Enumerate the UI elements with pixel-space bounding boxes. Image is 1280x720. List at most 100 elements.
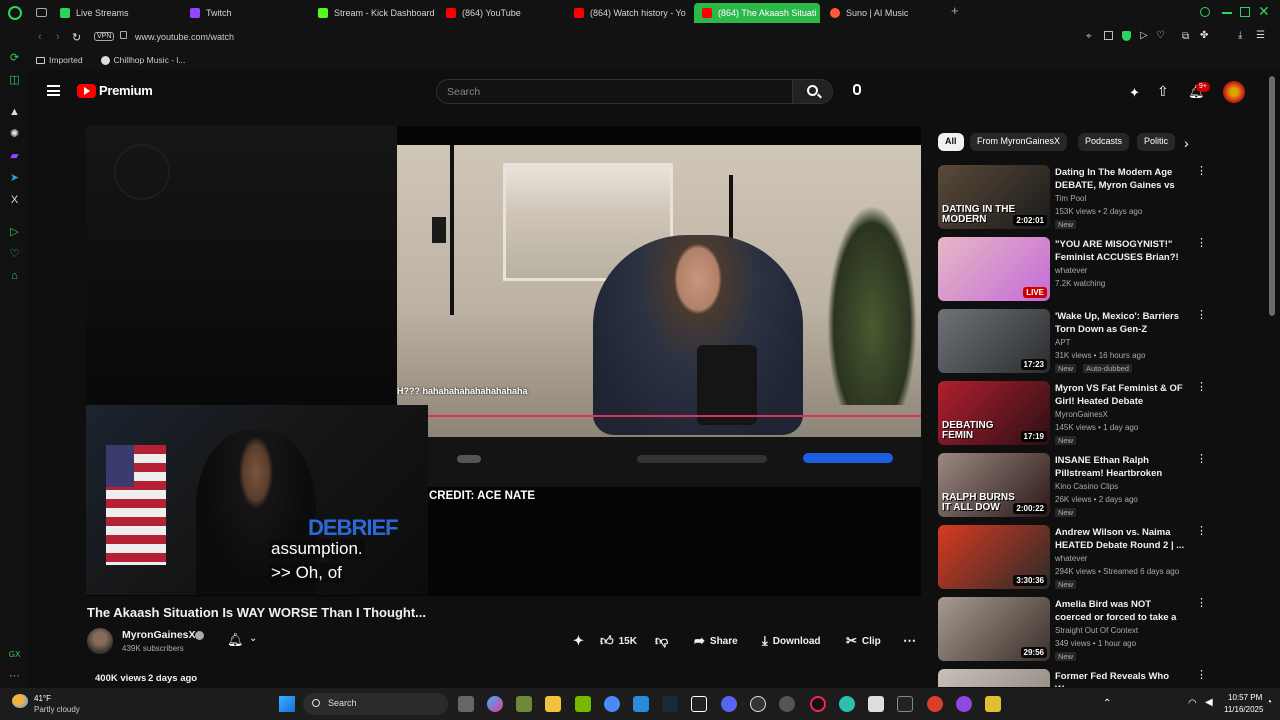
more-vertical-icon[interactable]: ⋮ [1196, 598, 1207, 609]
play-page-icon[interactable]: ▷ [1140, 30, 1148, 41]
opera-gx-icon[interactable] [810, 696, 826, 712]
recommendation-channel[interactable]: Tim Pool [1055, 194, 1086, 203]
photos-icon[interactable] [633, 696, 649, 712]
tab-suno[interactable]: Suno | AI Music [822, 3, 946, 23]
more-vertical-icon[interactable]: ⋮ [1196, 238, 1207, 249]
date-display[interactable]: 11/16/2025 [1224, 705, 1263, 714]
app-icon-3[interactable] [927, 696, 943, 712]
recommendation-title[interactable]: Andrew Wilson vs. Naima HEATED Debate Ro… [1055, 526, 1185, 552]
video-thumbnail[interactable] [938, 669, 1050, 687]
recommendation-card[interactable]: DEBATING FEMIN 17:19 Myron VS Fat Feminist… [938, 381, 1208, 447]
edge-icon[interactable] [839, 696, 855, 712]
aria-icon[interactable]: ▲ [8, 106, 21, 119]
taskbar-search[interactable]: Search [303, 693, 448, 715]
gx-icon[interactable]: GX [8, 648, 21, 661]
tab-akaash-situation[interactable]: (864) The Akaash Situati [694, 3, 820, 23]
maximize-button[interactable] [1240, 7, 1250, 17]
bookmark-chillhop[interactable]: Chillhop Music - l... [100, 55, 185, 65]
recommendation-channel[interactable]: APT [1055, 338, 1071, 347]
back-icon[interactable]: ‹ [38, 31, 42, 43]
weather-temp[interactable]: 41°F [34, 694, 51, 703]
recommendation-channel[interactable]: whatever [1055, 266, 1087, 275]
tab-kick-dashboard[interactable]: Stream - Kick Dashboard [310, 3, 436, 23]
app-icon-4[interactable] [956, 696, 972, 712]
video-thumbnail[interactable]: 17:23 [938, 309, 1050, 373]
discord-icon[interactable] [721, 696, 737, 712]
recommendation-title[interactable]: Myron VS Fat Feminist & OF Girl! Heated … [1055, 382, 1185, 408]
search-button[interactable] [793, 79, 833, 104]
microphone-icon[interactable] [853, 84, 861, 95]
more-vertical-icon[interactable]: ⋮ [1196, 382, 1207, 393]
pin-icon[interactable]: ⌖ [1086, 31, 1092, 42]
capcut-icon[interactable] [691, 696, 707, 712]
notepad-icon[interactable] [868, 696, 884, 712]
search-input[interactable]: Search [436, 79, 793, 104]
menu-icon[interactable]: ☰ [1256, 30, 1265, 41]
recommendation-channel[interactable]: MyronGainesX [1055, 410, 1108, 419]
tab-youtube[interactable]: (864) YouTube [438, 3, 562, 23]
recommendation-title[interactable]: "YOU ARE MISOGYNIST!" Feminist ACCUSES B… [1055, 238, 1185, 264]
url-field[interactable]: www.youtube.com/watch [135, 32, 234, 42]
terminal-icon[interactable] [897, 696, 913, 712]
channel-name[interactable]: MyronGainesX [122, 629, 196, 641]
recommendation-card[interactable]: RALPH BURNS IT ALL DOW 2:00:22 INSANE Etha… [938, 453, 1208, 519]
chip-podcasts[interactable]: Podcasts [1078, 133, 1130, 151]
video-thumbnail[interactable]: 29:56 [938, 597, 1050, 661]
bookmark-icon[interactable]: ⌂ [8, 270, 21, 283]
tab-live-streams[interactable]: Live Streams [52, 3, 174, 23]
chip-politics[interactable]: Politic [1137, 133, 1175, 151]
chrome-icon[interactable] [604, 696, 620, 712]
network-icon[interactable]: ◠ [1188, 698, 1197, 709]
weather-icon[interactable] [12, 694, 28, 708]
volume-icon[interactable]: ◀ [1205, 697, 1213, 708]
video-thumbnail[interactable]: DATING IN THE MODERN 2:02:01 [938, 165, 1050, 229]
download-icon[interactable]: ⤓ [1238, 30, 1242, 41]
recommendation-channel[interactable]: Straight Out Of Context [1055, 626, 1138, 635]
steam-icon[interactable] [662, 696, 678, 712]
upload-icon[interactable]: ⇧ [1157, 83, 1169, 100]
recommendation-card[interactable]: Former Fed Reveals Who Was ⋮ [938, 669, 1208, 687]
download-button[interactable]: ⤓ Download [762, 630, 821, 652]
minimize-button[interactable] [1222, 12, 1232, 14]
chevron-right-icon[interactable]: › [1184, 135, 1189, 151]
extensions-icon[interactable]: ⧉ [1182, 31, 1189, 42]
chip-from-channel[interactable]: From MyronGainesX [970, 133, 1068, 151]
ask-button[interactable]: ✦ [573, 630, 584, 652]
app-icon-2[interactable] [779, 696, 795, 712]
tab-islands-icon[interactable] [36, 8, 47, 17]
like-button[interactable]: 👍︎ 15K [600, 630, 637, 652]
recommendation-title[interactable]: 'Wake Up, Mexico': Barriers Torn Down as… [1055, 310, 1185, 336]
weather-desc[interactable]: Partly cloudy [34, 705, 80, 714]
recommendation-channel[interactable]: Kino Casino Clips [1055, 482, 1118, 491]
clip-button[interactable]: ✂ Clip [846, 630, 881, 652]
avatar[interactable] [1223, 81, 1245, 103]
bookmark-imported[interactable]: Imported [36, 55, 83, 65]
video-thumbnail[interactable]: LIVE [938, 237, 1050, 301]
more-vertical-icon[interactable]: ⋮ [1196, 526, 1207, 537]
tab-watch-history[interactable]: (864) Watch history - Yo [566, 3, 690, 23]
video-thumbnail[interactable]: 3:30:36 [938, 525, 1050, 589]
close-window-button[interactable]: ✕ [1258, 3, 1270, 20]
more-vertical-icon[interactable]: ⋮ [1196, 454, 1207, 465]
recommendation-title[interactable]: Amelia Bird was NOT coerced or forced to… [1055, 598, 1185, 624]
recommendation-card[interactable]: 29:56 Amelia Bird was NOT coerced or forc… [938, 597, 1208, 663]
recommendation-title[interactable]: Dating In The Modern Age DEBATE, Myron G… [1055, 166, 1185, 192]
video-thumbnail[interactable]: DEBATING FEMIN 17:19 [938, 381, 1050, 445]
twitch-icon[interactable]: ▰ [8, 150, 21, 163]
subscribe-bell-icon[interactable]: 🔔︎ [227, 632, 244, 648]
app-icon-5[interactable] [985, 696, 1001, 712]
telegram-icon[interactable]: ➤ [8, 172, 21, 185]
share-button[interactable]: ➦ Share [694, 630, 738, 652]
x-icon[interactable]: X [8, 194, 21, 207]
recommendation-card[interactable]: 3:30:36 Andrew Wilson vs. Naima HEATED De… [938, 525, 1208, 591]
more-vertical-icon[interactable]: ⋮ [1196, 670, 1207, 681]
more-actions-button[interactable]: ⋯ [903, 630, 916, 652]
app-icon[interactable] [516, 696, 532, 712]
new-tab-button[interactable]: + [951, 4, 963, 17]
time-display[interactable]: 10:57 PM [1228, 693, 1262, 702]
more-vertical-icon[interactable]: ⋮ [1196, 310, 1207, 321]
copilot-icon[interactable] [487, 696, 503, 712]
windows-start-icon[interactable] [279, 696, 295, 712]
tray-chevron-icon[interactable]: ⌃ [1103, 698, 1111, 709]
adblock-icon[interactable] [1122, 31, 1131, 41]
